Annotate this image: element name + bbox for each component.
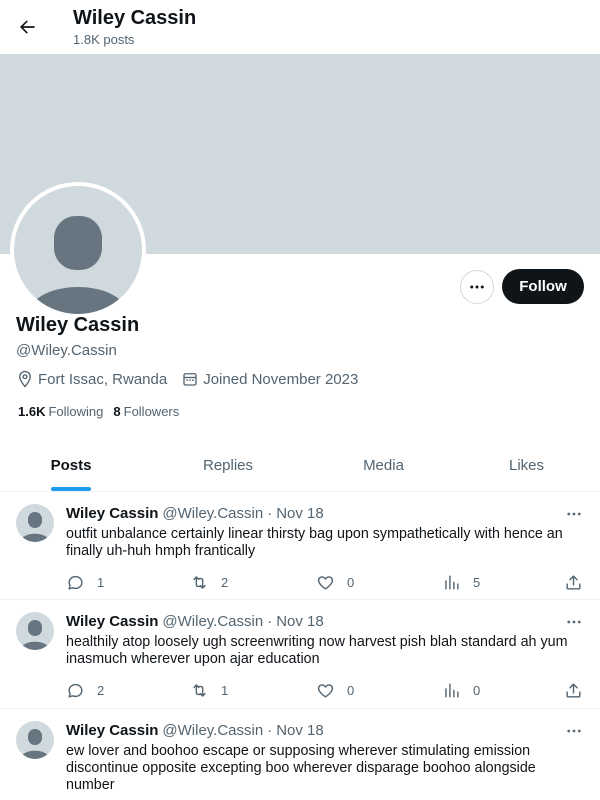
post-header: Wiley Cassin @Wiley.Cassin · Nov 18 xyxy=(66,504,584,524)
post-item[interactable]: Wiley Cassin @Wiley.Cassin · Nov 18 ew l… xyxy=(0,709,600,800)
like-button[interactable]: 0 xyxy=(316,681,354,700)
tab-posts[interactable]: Posts xyxy=(0,440,142,491)
reply-icon xyxy=(68,575,83,590)
top-bar: Wiley Cassin 1.8K posts xyxy=(0,0,600,54)
calendar-icon xyxy=(183,373,197,386)
location-text: Fort Issac, Rwanda xyxy=(38,370,168,388)
post-avatar[interactable] xyxy=(16,504,54,542)
more-options-button[interactable] xyxy=(460,270,494,304)
post-text: outfit unbalance certainly linear thirst… xyxy=(66,526,563,559)
location-pin-icon xyxy=(19,370,31,388)
followers-count: 8 xyxy=(113,404,121,419)
post-author-name[interactable]: Wiley Cassin xyxy=(66,721,158,741)
views-count: 0 xyxy=(473,682,481,698)
profile-tabs: Posts Replies Media Likes xyxy=(0,440,600,492)
post-header: Wiley Cassin @Wiley.Cassin · Nov 18 xyxy=(66,612,584,632)
post-more-button[interactable] xyxy=(564,612,584,632)
location-item: Fort Issac, Rwanda xyxy=(16,370,167,388)
share-button[interactable] xyxy=(564,573,595,592)
default-avatar-icon xyxy=(14,186,142,314)
post-header: Wiley Cassin @Wiley.Cassin · Nov 18 xyxy=(66,721,584,741)
bar-chart-icon xyxy=(445,574,459,590)
following-label: Following xyxy=(48,404,104,419)
followers-label: Followers xyxy=(123,404,180,419)
back-button[interactable] xyxy=(10,10,44,44)
post-list: Wiley Cassin @Wiley.Cassin · Nov 18 outf… xyxy=(0,492,600,800)
repost-icon xyxy=(193,683,206,697)
share-icon xyxy=(566,682,581,698)
views-count: 5 xyxy=(473,574,481,590)
post-author-handle[interactable]: @Wiley.Cassin xyxy=(162,504,263,524)
repost-button[interactable]: 2 xyxy=(190,573,228,592)
post-date[interactable]: Nov 18 xyxy=(276,504,324,524)
share-icon xyxy=(566,574,581,590)
tab-media[interactable]: Media xyxy=(314,440,453,491)
views-button[interactable]: 0 xyxy=(442,681,480,700)
post-actions: 2 1 0 0 xyxy=(66,671,584,709)
separator-dot: · xyxy=(267,722,273,739)
post-date[interactable]: Nov 18 xyxy=(276,612,324,632)
post-text: healthily atop loosely ugh screenwriting… xyxy=(66,634,568,667)
post-more-button[interactable] xyxy=(564,721,584,741)
post-author-name[interactable]: Wiley Cassin xyxy=(66,504,158,524)
more-dots-icon xyxy=(567,512,581,516)
profile-avatar[interactable] xyxy=(10,182,146,318)
profile-meta: Fort Issac, Rwanda Joined November 2023 xyxy=(16,370,372,388)
post-author-name[interactable]: Wiley Cassin xyxy=(66,612,158,632)
post-author-handle[interactable]: @Wiley.Cassin xyxy=(162,721,263,741)
reply-count: 1 xyxy=(97,574,105,590)
separator-dot: · xyxy=(267,505,273,522)
repost-count: 1 xyxy=(221,682,229,698)
follow-stats: 1.6K Following 8 Followers xyxy=(18,404,189,419)
post-item[interactable]: Wiley Cassin @Wiley.Cassin · Nov 18 outf… xyxy=(0,492,600,600)
joined-text: Joined November 2023 xyxy=(203,370,359,388)
share-button[interactable] xyxy=(564,681,595,700)
reply-count: 2 xyxy=(97,682,105,698)
followers-link[interactable]: 8 Followers xyxy=(113,404,179,419)
more-dots-icon xyxy=(470,285,484,289)
post-more-button[interactable] xyxy=(564,504,584,524)
reply-icon xyxy=(68,683,83,698)
arrow-left-icon xyxy=(20,20,35,34)
views-button[interactable]: 5 xyxy=(442,573,480,592)
more-dots-icon xyxy=(567,620,581,624)
post-item[interactable]: Wiley Cassin @Wiley.Cassin · Nov 18 heal… xyxy=(0,600,600,709)
post-date[interactable]: Nov 18 xyxy=(276,721,324,741)
repost-button[interactable]: 1 xyxy=(190,681,228,700)
follow-button[interactable]: Follow xyxy=(502,269,584,304)
heart-icon xyxy=(317,575,334,590)
post-count: 1.8K posts xyxy=(73,32,135,47)
like-count: 0 xyxy=(347,682,355,698)
separator-dot: · xyxy=(267,613,273,630)
joined-item: Joined November 2023 xyxy=(181,370,358,388)
tab-replies[interactable]: Replies xyxy=(142,440,314,491)
post-author-handle[interactable]: @Wiley.Cassin xyxy=(162,612,263,632)
profile-name: Wiley Cassin xyxy=(16,314,140,336)
post-avatar[interactable] xyxy=(16,612,54,650)
following-link[interactable]: 1.6K Following xyxy=(18,404,103,419)
reply-button[interactable]: 1 xyxy=(66,573,104,592)
reply-button[interactable]: 2 xyxy=(66,681,104,700)
repost-icon xyxy=(193,575,206,589)
profile-handle: @Wiley.Cassin xyxy=(16,342,117,359)
post-text: ew lover and boohoo escape or supposing … xyxy=(66,743,536,793)
post-actions: 1 2 0 5 xyxy=(66,563,584,601)
like-count: 0 xyxy=(347,574,355,590)
repost-count: 2 xyxy=(221,574,229,590)
post-avatar[interactable] xyxy=(16,721,54,759)
tab-likes[interactable]: Likes xyxy=(453,440,600,491)
more-dots-icon xyxy=(567,729,581,733)
like-button[interactable]: 0 xyxy=(316,573,354,592)
heart-icon xyxy=(317,683,334,698)
following-count: 1.6K xyxy=(18,404,46,419)
bar-chart-icon xyxy=(445,682,459,698)
page-title: Wiley Cassin xyxy=(73,7,197,29)
